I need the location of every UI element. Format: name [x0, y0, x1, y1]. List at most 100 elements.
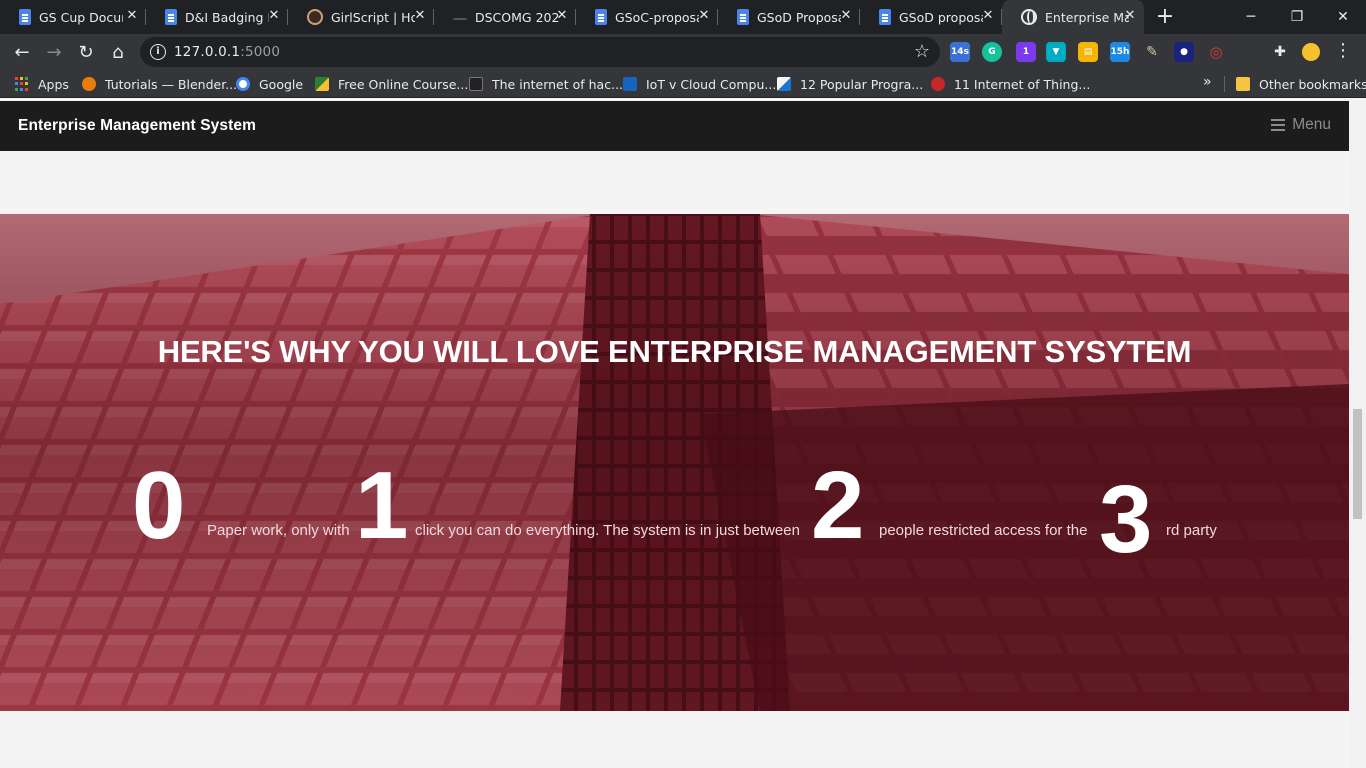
spiral-extension-icon[interactable]: ◎ [1206, 42, 1226, 62]
url-port: :5000 [240, 44, 281, 60]
bi-icon [623, 77, 637, 91]
hero-title: HERE'S WHY YOU WILL LOVE ENTERPRISE MANA… [157, 334, 1192, 369]
tab-title: DSCOMG 2020 [475, 9, 559, 25]
bookmark-label: Google [259, 76, 304, 92]
screen-extension-icon[interactable]: ● [1174, 42, 1194, 62]
site-navbar: Enterprise Management System Menu [0, 101, 1349, 151]
pen-extension-icon[interactable]: ✎ [1142, 42, 1162, 62]
bookmark-free-courses[interactable]: Free Online Course... [315, 75, 468, 93]
stat-number: 0 [132, 452, 186, 559]
menu-button[interactable]: Menu [1271, 116, 1331, 134]
stat-text: rd party [1166, 522, 1217, 539]
browser-menu-icon[interactable]: ⋮ [1334, 40, 1352, 61]
minimize-button[interactable]: ─ [1228, 0, 1274, 34]
bookmark-label: Apps [38, 76, 69, 92]
page-scrollbar[interactable] [1349, 101, 1366, 768]
girlscript-icon [307, 9, 323, 25]
stat-text: Paper work, only with [207, 522, 350, 539]
calendar-extension-icon[interactable]: 15h [1110, 42, 1130, 62]
google-docs-icon [595, 9, 607, 25]
back-button[interactable]: ← [8, 38, 36, 66]
timer-extension-icon[interactable]: 14s [950, 42, 970, 62]
stat-text: people restricted access for the [879, 522, 1088, 539]
tab-title: GS Cup Documents [39, 9, 123, 25]
bookmark-internet-things[interactable]: 11 Internet of Thing... [931, 75, 1090, 93]
tab-di-badging[interactable]: D&I Badging Document ✕ [146, 0, 288, 34]
bookmark-label: The internet of hac... [492, 76, 624, 92]
close-icon[interactable]: ✕ [556, 9, 568, 22]
stat-text: click you can do everything. The system … [415, 522, 800, 539]
program-icon [777, 77, 791, 91]
globe-icon [1021, 9, 1037, 25]
blender-icon [82, 77, 96, 91]
address-bar[interactable]: i 127.0.0.1:5000 ☆ [140, 37, 940, 67]
stat-number: 2 [811, 452, 865, 559]
site-info-icon[interactable]: i [150, 44, 166, 60]
tab-gs-cup[interactable]: GS Cup Documents ✕ [0, 0, 146, 34]
close-icon[interactable]: ✕ [1124, 9, 1136, 22]
forward-button[interactable]: → [40, 38, 68, 66]
stats-row: 0 Paper work, only with 1 click you can … [0, 452, 1349, 568]
home-button[interactable]: ⌂ [104, 38, 132, 66]
close-icon[interactable]: ✕ [982, 9, 994, 22]
dscomg-icon [453, 14, 467, 20]
restore-button[interactable]: ❐ [1274, 0, 1320, 34]
scrollbar-thumb[interactable] [1353, 409, 1362, 519]
stat-number: 3 [1099, 466, 1153, 573]
extensions-puzzle-icon[interactable]: ✚ [1270, 42, 1290, 62]
extension-badge: 1 [1022, 47, 1030, 57]
bookmark-label: IoT v Cloud Compu... [646, 76, 777, 92]
profile-avatar[interactable] [1300, 41, 1322, 63]
more-bookmarks-chevron-icon[interactable]: » [1203, 74, 1212, 90]
grammarly-icon[interactable]: G [982, 42, 1002, 62]
bookmark-label: 12 Popular Progra... [800, 76, 924, 92]
apps-grid-icon [15, 77, 29, 91]
close-icon[interactable]: ✕ [268, 9, 280, 22]
tab-enterprise-management[interactable]: Enterprise Management System ✕ [1002, 0, 1144, 34]
tab-dscomg[interactable]: DSCOMG 2020 ✕ [434, 0, 576, 34]
iot-icon [931, 77, 945, 91]
google-docs-icon [165, 9, 177, 25]
reload-button[interactable]: ↻ [72, 38, 100, 66]
bookmark-internet-hac[interactable]: The internet of hac... [469, 75, 623, 93]
close-icon[interactable]: ✕ [840, 9, 852, 22]
close-window-button[interactable]: ✕ [1320, 0, 1366, 34]
extension-badge: 15h [1110, 47, 1130, 57]
bookmark-other[interactable]: Other bookmarks [1236, 75, 1366, 93]
internet-icon [469, 77, 483, 91]
google-docs-icon [737, 9, 749, 25]
close-icon[interactable]: ✕ [698, 9, 710, 22]
bookmark-label: Other bookmarks [1259, 76, 1366, 92]
tab-title: Enterprise Management System [1045, 9, 1129, 25]
bookmark-label: Free Online Course... [338, 76, 469, 92]
bookmark-google[interactable]: Google [236, 75, 303, 93]
bookmark-blender[interactable]: Tutorials — Blender... [82, 75, 237, 93]
tab-gsod-proposal[interactable]: GSoD Proposal ✕ [718, 0, 860, 34]
tab-title: GSoD Proposal [757, 9, 841, 25]
url-host: 127.0.0.1 [174, 44, 241, 60]
url-text[interactable]: 127.0.0.1:5000 [174, 44, 280, 60]
tab-girlscript[interactable]: GirlScript | Home ✕ [288, 0, 434, 34]
web-page: Enterprise Management System Menu HERE'S… [0, 101, 1366, 768]
bookmark-label: Tutorials — Blender... [105, 76, 238, 92]
tab-gsoc-proposal[interactable]: GSoC-proposal ✕ [576, 0, 718, 34]
tab-gsod-proposal-2[interactable]: GSoD proposal ✕ [860, 0, 1002, 34]
tab-title: GirlScript | Home [331, 9, 415, 25]
bookmark-label: 11 Internet of Thing... [954, 76, 1091, 92]
extension-badge: 14s [951, 47, 969, 57]
site-brand[interactable]: Enterprise Management System [18, 117, 256, 135]
bookmark-iot-cloud[interactable]: IoT v Cloud Compu... [623, 75, 776, 93]
close-icon[interactable]: ✕ [126, 9, 138, 22]
google-docs-icon [19, 9, 31, 25]
filter-extension-icon[interactable]: ▼ [1046, 42, 1066, 62]
bookmark-popular-programs[interactable]: 12 Popular Progra... [777, 75, 923, 93]
browser-toolbar: ← → ↻ ⌂ i 127.0.0.1:5000 ☆ 14s G 1 ▼ ▤ 1… [0, 34, 1366, 70]
notes-extension-icon[interactable]: ▤ [1078, 42, 1098, 62]
new-tab-button[interactable]: + [1154, 6, 1176, 28]
hamburger-icon [1271, 119, 1286, 131]
tab-title: D&I Badging Document [185, 9, 269, 25]
extension-badge-icon[interactable]: 1 [1016, 42, 1036, 62]
bookmark-star-icon[interactable]: ☆ [914, 41, 930, 62]
bookmark-apps[interactable]: Apps [15, 75, 69, 93]
close-icon[interactable]: ✕ [414, 9, 426, 22]
